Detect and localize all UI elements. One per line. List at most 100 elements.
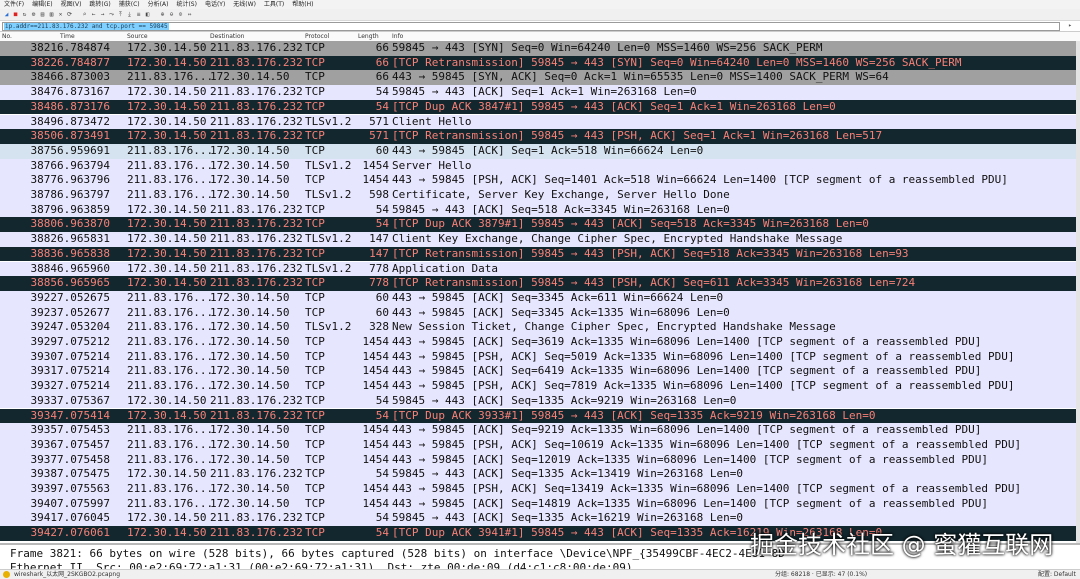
packet-source: 211.83.176... [127, 335, 214, 348]
packet-destination: 211.83.176.232 [210, 114, 303, 128]
menu-item-7[interactable]: 电话(Y) [201, 0, 229, 9]
open-icon[interactable]: ▤ [39, 11, 46, 18]
menu-item-10[interactable]: 帮助(H) [288, 0, 317, 9]
column-header-time[interactable]: Time [60, 32, 75, 41]
packet-row[interactable]: 3932 7.075214 211.83.176... 172.30.14.50 TCP… [0, 379, 1076, 394]
packet-row[interactable]: 3923 7.052677 211.83.176... 172.30.14.50 TCP… [0, 305, 1076, 321]
packet-row[interactable]: 3939 7.075563 211.83.176... 172.30.14.50 TCP… [0, 482, 1076, 497]
packet-info: [TCP Retransmission] 59845 → 443 [PSH, A… [392, 246, 909, 260]
packet-row[interactable]: 3938 7.075475 172.30.14.50 211.83.176.232 TC… [0, 467, 1076, 482]
packet-row[interactable]: 3876 6.963794 211.83.176... 172.30.14.50 TLS… [0, 158, 1076, 174]
colorize-icon[interactable]: ◧ [144, 11, 151, 18]
packet-row[interactable]: 3885 6.965965 172.30.14.50 211.83.176.232 TC… [0, 276, 1076, 291]
packet-row[interactable]: 3848 6.873176 172.30.14.50 211.83.176.232 TC… [0, 99, 1076, 115]
zoom-out-icon[interactable]: ⊖ [168, 11, 175, 18]
options-icon[interactable]: ⚙ [30, 11, 37, 18]
zoom-in-icon[interactable]: ⊕ [159, 11, 166, 18]
autoscroll-icon[interactable]: ≡ [135, 11, 142, 18]
packet-number: 3876 [30, 158, 58, 172]
packet-length: 60 [375, 290, 389, 304]
packet-row[interactable]: 3821 6.784874 172.30.14.50 211.83.176.232 TC… [0, 41, 1076, 56]
restart-icon[interactable]: ↻ [21, 11, 28, 18]
column-header-info[interactable]: Info [392, 32, 403, 41]
shark-fin-icon[interactable]: ◢ [3, 11, 10, 18]
packet-row[interactable]: 3879 6.963859 172.30.14.50 211.83.176.232 TC… [0, 202, 1076, 218]
display-filter-input[interactable]: ip.addr==211.83.176.232 and tcp.port == … [2, 22, 1060, 31]
packet-row[interactable]: 3880 6.963870 172.30.14.50 211.83.176.232 TC… [0, 217, 1076, 233]
packet-row[interactable]: 3878 6.963797 211.83.176... 172.30.14.50 TLS… [0, 188, 1076, 203]
packet-row[interactable]: 3940 7.075997 211.83.176... 172.30.14.50 TCP… [0, 496, 1076, 512]
packet-protocol: TCP [305, 437, 325, 451]
packet-protocol: TCP [305, 85, 325, 99]
packet-row[interactable]: 3931 7.075214 211.83.176... 172.30.14.50 TCP… [0, 364, 1076, 380]
packet-source: 172.30.14.50 [127, 85, 207, 99]
packet-row[interactable]: 3849 6.873472 172.30.14.50 211.83.176.232 TL… [0, 114, 1076, 130]
menu-item-4[interactable]: 捕获(C) [115, 0, 144, 9]
packet-row[interactable]: 3875 6.959691 211.83.176... 172.30.14.50 TCP… [0, 143, 1076, 159]
menu-item-9[interactable]: 工具(T) [260, 0, 288, 9]
stop-icon[interactable]: ■ [12, 11, 19, 18]
packet-row[interactable]: 3883 6.965838 172.30.14.50 211.83.176.232 TC… [0, 246, 1076, 262]
search-icon[interactable]: ⌕ [81, 11, 88, 18]
menu-item-0[interactable]: 文件(F) [0, 0, 28, 9]
packet-protocol: TCP [305, 349, 325, 363]
back-icon[interactable]: ← [90, 11, 97, 18]
last-icon[interactable]: ⤓ [126, 11, 133, 18]
close-icon[interactable]: ✕ [57, 11, 64, 18]
packet-row[interactable]: 3935 7.075453 211.83.176... 172.30.14.50 TCP… [0, 423, 1076, 438]
packet-row[interactable]: 3922 7.052675 211.83.176... 172.30.14.50 TCP… [0, 290, 1076, 306]
packet-length: 1454 [362, 437, 390, 451]
column-header-no[interactable]: No. [2, 32, 12, 41]
column-header-length[interactable]: Length [358, 32, 379, 41]
packet-length: 54 [375, 393, 389, 407]
menu-item-1[interactable]: 编辑(E) [28, 0, 56, 9]
detail-frame-line[interactable]: Frame 3821: 66 bytes on wire (528 bits),… [10, 547, 785, 561]
packet-destination: 172.30.14.50 [210, 70, 290, 84]
packet-info: 59845 → 443 [ACK] Seq=1 Ack=1 Win=263168… [392, 85, 697, 99]
column-header-destination[interactable]: Destination [210, 32, 244, 41]
column-header-protocol[interactable]: Protocol [305, 32, 329, 41]
forward-icon[interactable]: → [99, 11, 106, 18]
packet-row[interactable]: 3936 7.075457 211.83.176... 172.30.14.50 TCP… [0, 437, 1076, 453]
normal-size-icon[interactable]: ⊙ [177, 11, 184, 18]
packet-row[interactable]: 3850 6.873491 172.30.14.50 211.83.176.232 TC… [0, 129, 1076, 144]
packet-time: 7.075214 [57, 349, 110, 363]
packet-row[interactable]: 3822 6.784877 172.30.14.50 211.83.176.232 TC… [0, 55, 1076, 71]
reload-icon[interactable]: ⟳ [66, 11, 73, 18]
packet-row[interactable]: 3934 7.075414 172.30.14.50 211.83.176.232 TC… [0, 408, 1076, 424]
jump-icon[interactable]: ⤳ [108, 11, 115, 18]
packet-number: 3923 [30, 305, 58, 319]
packet-row[interactable]: 3937 7.075458 211.83.176... 172.30.14.50 TCP… [0, 452, 1076, 468]
packet-length: 147 [369, 232, 389, 246]
packet-destination: 172.30.14.50 [210, 423, 290, 437]
packet-row[interactable]: 3924 7.053204 211.83.176... 172.30.14.50 TLS… [0, 320, 1076, 335]
apply-filter-arrow-icon[interactable]: ▸ [1066, 22, 1074, 30]
menu-item-2[interactable]: 视图(V) [57, 0, 86, 9]
menu-item-6[interactable]: 统计(S) [172, 0, 201, 9]
packet-row[interactable]: 3933 7.075367 172.30.14.50 211.83.176.232 TC… [0, 393, 1076, 409]
column-header-source[interactable]: Source [127, 32, 148, 41]
packet-row[interactable]: 3882 6.965831 172.30.14.50 211.83.176.232 TL… [0, 232, 1076, 247]
packet-time: 7.075367 [57, 393, 110, 407]
packet-row[interactable]: 3884 6.965960 172.30.14.50 211.83.176.232 TL… [0, 261, 1076, 277]
resize-columns-icon[interactable]: ⇔ [186, 11, 193, 18]
menu-item-5[interactable]: 分析(A) [144, 0, 173, 9]
packet-time: 7.052677 [57, 305, 110, 319]
menu-item-3[interactable]: 跳转(G) [85, 0, 114, 9]
packet-row[interactable]: 3877 6.963796 211.83.176... 172.30.14.50 TCP… [0, 173, 1076, 188]
packet-length: 1454 [362, 335, 390, 348]
capture-status-icon[interactable] [3, 571, 10, 578]
menu-item-8[interactable]: 无线(W) [229, 0, 260, 9]
packet-protocol: TCP [305, 290, 325, 304]
packet-row[interactable]: 3846 6.873003 211.83.176... 172.30.14.50 TCP… [0, 70, 1076, 86]
packet-row[interactable]: 3930 7.075214 211.83.176... 172.30.14.50 TCP… [0, 349, 1076, 365]
packet-info: 443 → 59845 [ACK] Seq=14819 Ack=1335 Win… [392, 496, 989, 510]
packet-list-scrollbar[interactable] [1076, 41, 1080, 543]
save-icon[interactable]: ▥ [48, 11, 55, 18]
packet-row[interactable]: 3847 6.873167 172.30.14.50 211.83.176.232 TC… [0, 85, 1076, 100]
packet-row[interactable]: 3941 7.076045 172.30.14.50 211.83.176.232 TC… [0, 511, 1076, 527]
packet-row[interactable]: 3929 7.075212 211.83.176... 172.30.14.50 TCP… [0, 335, 1076, 350]
packet-time: 6.963797 [57, 188, 110, 201]
first-icon[interactable]: ⤒ [117, 11, 124, 18]
main-toolbar: ◢ ■ ↻ ⚙ ▤ ▥ ✕ ⟳ ⌕ ← → ⤳ ⤒ ⤓ ≡ ◧ ⊕ ⊖ ⊙ ⇔ [0, 9, 1080, 21]
